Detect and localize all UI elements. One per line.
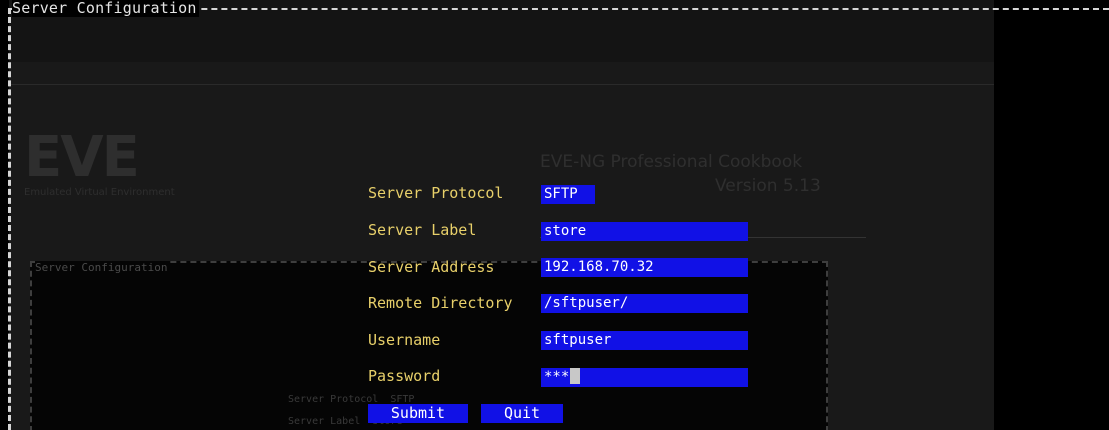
server-protocol-select[interactable]: SFTP [541,185,595,204]
remote-directory-input[interactable]: /sftpuser/ [541,294,748,313]
server-address-input[interactable]: 192.168.70.32 [541,258,748,277]
submit-button[interactable]: Submit [368,404,468,423]
background-logo-subtitle: Emulated Virtual Environment [24,187,175,198]
username-label: Username [368,331,441,349]
text-cursor [570,368,581,384]
background-version: Version 5.13 [715,176,821,196]
password-label: Password [368,367,441,385]
server-label-label: Server Label [368,221,477,239]
background-logo: EVE [24,125,140,190]
server-protocol-label: Server Protocol [368,184,504,202]
server-address-label: Server Address [368,258,495,276]
dialog-frame-left [8,8,11,430]
dialog-title: Server Configuration [12,0,199,17]
remote-directory-label: Remote Directory [368,294,513,312]
password-value: *** [544,369,570,385]
terminal-screen: EVE Emulated Virtual Environment EVE-NG … [0,0,1109,430]
password-input[interactable]: *** [541,368,748,387]
background-header-line [9,84,994,85]
username-input[interactable]: sftpuser [541,331,748,350]
background-book-title: EVE-NG Professional Cookbook [540,152,803,172]
server-label-input[interactable]: store [541,222,748,241]
background-inner-terminal-title: Server Configuration [35,261,171,274]
quit-button[interactable]: Quit [481,404,563,423]
